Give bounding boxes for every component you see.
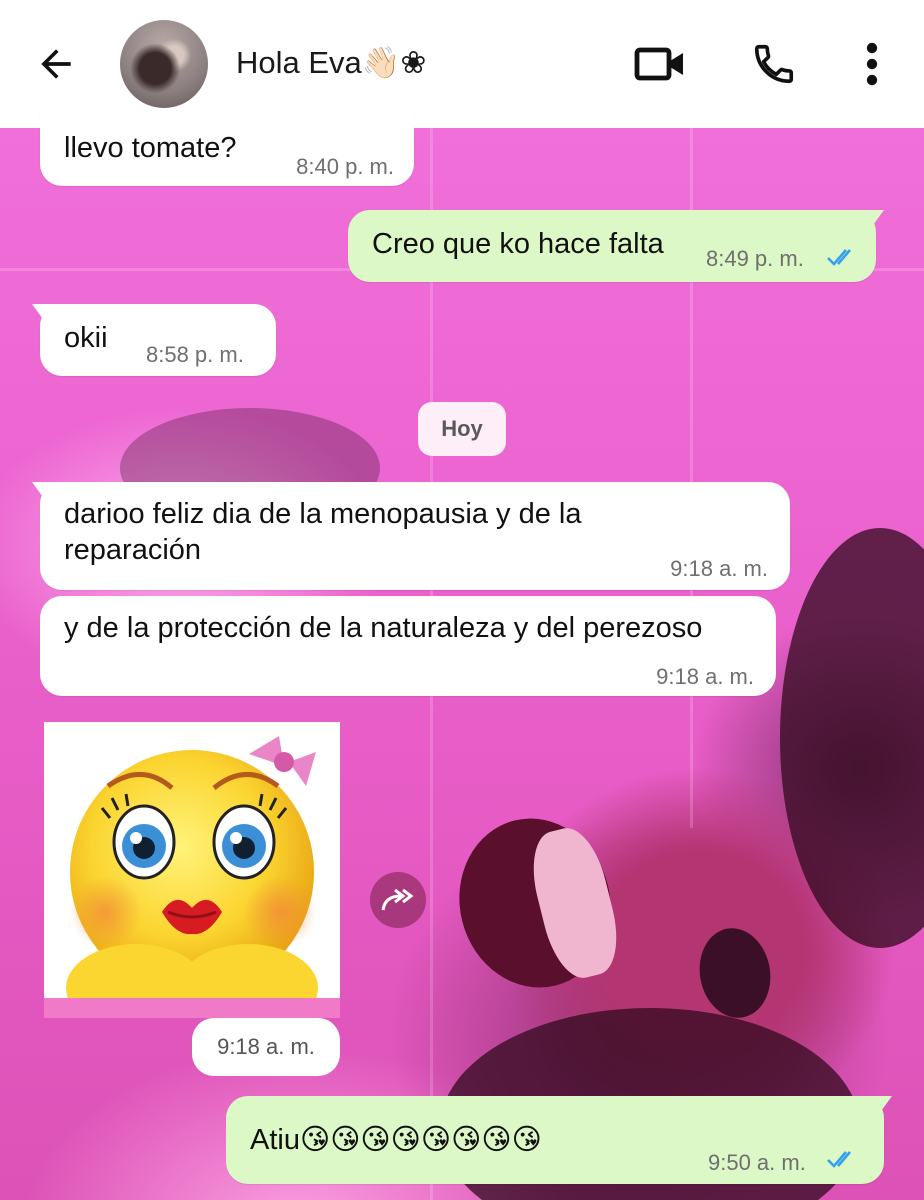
more-options-button[interactable] [844,36,900,92]
message-bubble-incoming[interactable]: okii 8:58 p. m. [32,304,276,376]
message-time: 9:18 a. m. [656,664,754,689]
message-bubble-outgoing[interactable]: Atiu😘😘😘😘😘😘😘😘 9:50 a. m. [226,1096,892,1184]
date-separator: Hoy [418,402,506,456]
phone-icon [754,44,794,84]
bubble-tail [862,1096,892,1118]
message-text: Atiu😘😘😘😘😘😘😘😘 [250,1124,542,1156]
message-time: 8:58 p. m. [146,342,244,367]
message-text: Creo que ko hace falta [372,228,664,260]
back-button[interactable] [32,40,80,88]
message-bubble-incoming[interactable]: darioo feliz dia de la menopausia y de l… [32,482,790,590]
message-text: okii [64,322,108,354]
message-text: y de la protección de la naturaleza y de… [64,612,703,644]
message-time: 9:50 a. m. [708,1150,806,1175]
contact-name[interactable]: Hola Eva👋🏻❀ [236,44,426,81]
video-camera-icon [634,47,683,81]
read-receipt-icon [827,1151,851,1168]
message-time: 8:40 p. m. [296,154,394,179]
message-time: 8:49 p. m. [706,246,804,271]
sticker-message[interactable] [44,722,340,1032]
message-time: 9:18 a. m. [192,1018,340,1076]
message-bubble-outgoing[interactable]: Creo que ko hace falta 8:49 p. m. [348,210,884,282]
bubble-tail [32,482,62,504]
bubble-tail [854,210,884,232]
contact-avatar[interactable] [120,20,208,108]
message-bubble-incoming[interactable]: llevo tomate? 8:40 p. m. [40,112,414,186]
message-text-line: darioo feliz dia de la menopausia y de l… [64,498,582,530]
arrow-left-icon [41,49,71,79]
kissing-emoji-sticker [44,736,340,1032]
more-vertical-icon [866,42,878,86]
message-text-line: reparación [64,534,202,566]
chat-header: Hola Eva👋🏻❀ [0,0,924,128]
forward-icon [381,888,414,911]
forward-button[interactable] [370,872,426,928]
message-time: 9:18 a. m. [670,556,768,581]
voice-call-button[interactable] [746,36,802,92]
message-text: llevo tomate? [64,132,237,164]
video-call-button[interactable] [632,36,688,92]
message-bubble-incoming[interactable]: y de la protección de la naturaleza y de… [40,596,776,696]
bubble-tail [32,304,62,326]
read-receipt-icon [827,249,851,266]
